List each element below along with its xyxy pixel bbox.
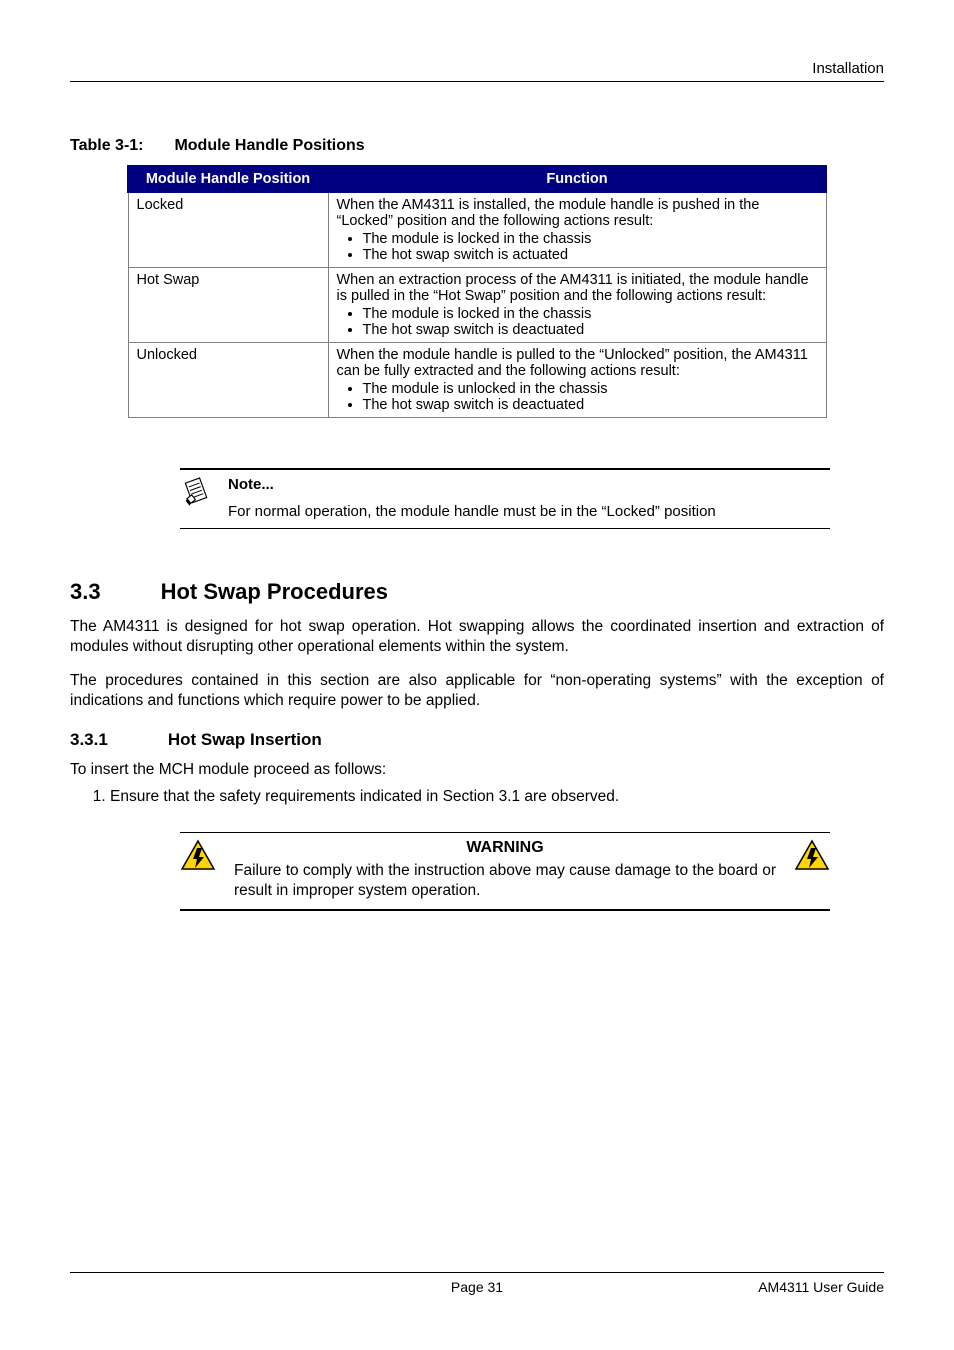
- module-handle-table: Module Handle Position Function Locked W…: [127, 165, 827, 418]
- table-row: Hot Swap When an extraction process of t…: [128, 268, 826, 343]
- table-row: Unlocked When the module handle is pulle…: [128, 343, 826, 418]
- list-item: Ensure that the safety requirements indi…: [110, 788, 884, 806]
- row-item: The hot swap switch is deactuated: [363, 322, 818, 338]
- row-position: Unlocked: [128, 343, 328, 418]
- warning-icon: [180, 839, 216, 871]
- note-icon: [180, 476, 214, 515]
- warning-icon: [794, 839, 830, 871]
- page-header: Installation: [70, 60, 884, 82]
- steps-list: Ensure that the safety requirements indi…: [110, 788, 884, 806]
- note-body-text: For normal operation, the module handle …: [228, 503, 830, 520]
- warning-title: WARNING: [180, 839, 830, 857]
- note-heading: Note...: [228, 476, 830, 493]
- row-item: The hot swap switch is deactuated: [363, 397, 818, 413]
- row-item: The module is locked in the chassis: [363, 231, 818, 247]
- row-function: When the AM4311 is installed, the module…: [328, 192, 826, 268]
- page-footer: Page 31 AM4311 User Guide: [70, 1272, 884, 1295]
- row-function: When the module handle is pulled to the …: [328, 343, 826, 418]
- warning-block: WARNING Failure to comply with the instr…: [180, 832, 830, 911]
- section-title: Hot Swap Procedures: [161, 579, 388, 605]
- subsection-title: Hot Swap Insertion: [168, 730, 322, 750]
- row-position: Hot Swap: [128, 268, 328, 343]
- row-item: The hot swap switch is actuated: [363, 247, 818, 263]
- note-block: Note... For normal operation, the module…: [180, 468, 830, 529]
- table-header-function: Function: [328, 166, 826, 192]
- table-caption-title: Module Handle Positions: [174, 137, 364, 154]
- table-row: Locked When the AM4311 is installed, the…: [128, 192, 826, 268]
- row-function: When an extraction process of the AM4311…: [328, 268, 826, 343]
- paragraph: The AM4311 is designed for hot swap oper…: [70, 617, 884, 657]
- table-header-position: Module Handle Position: [128, 166, 328, 192]
- row-lead: When the module handle is pulled to the …: [337, 347, 818, 379]
- table-caption-label: Table 3-1:: [70, 137, 170, 155]
- subsection-number: 3.3.1: [70, 730, 108, 750]
- row-position: Locked: [128, 192, 328, 268]
- row-lead: When an extraction process of the AM4311…: [337, 272, 818, 304]
- paragraph: The procedures contained in this section…: [70, 671, 884, 711]
- warning-text: Failure to comply with the instruction a…: [234, 861, 776, 901]
- row-item: The module is locked in the chassis: [363, 306, 818, 322]
- footer-page-number: Page 31: [70, 1279, 884, 1295]
- paragraph: To insert the MCH module proceed as foll…: [70, 760, 884, 780]
- table-caption: Table 3-1: Module Handle Positions: [70, 137, 884, 155]
- row-item: The module is unlocked in the chassis: [363, 381, 818, 397]
- row-lead: When the AM4311 is installed, the module…: [337, 197, 818, 229]
- section-number: 3.3: [70, 579, 101, 605]
